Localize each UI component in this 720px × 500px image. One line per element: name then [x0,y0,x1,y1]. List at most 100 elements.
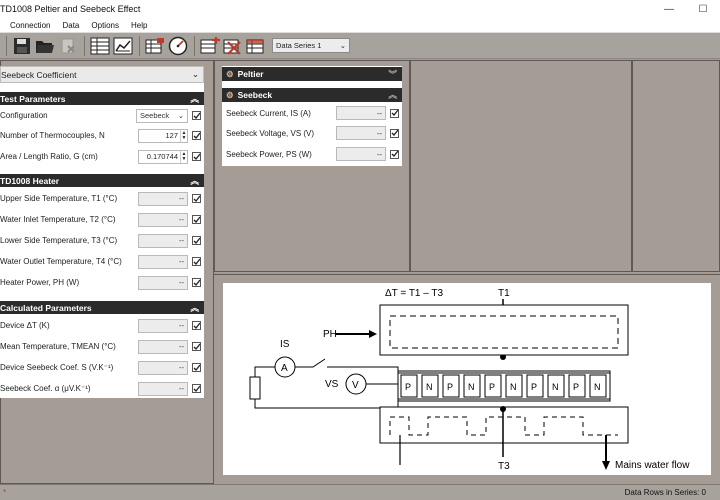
voltmeter-label: V [352,380,359,391]
gauge-icon[interactable] [167,35,189,57]
status-indicator: * [3,488,7,497]
ammeter-label: A [281,363,288,374]
app-window: TD1008 Peltier and Seebeck Effect — ☐ Co… [0,0,720,500]
delete-row-icon[interactable] [222,35,244,57]
calculated-row-checkbox[interactable] [192,342,201,351]
leg-label: P [531,382,537,392]
seebeck-row-checkbox[interactable] [390,128,399,138]
leg-label: N [510,382,517,392]
leg-label: N [594,382,601,392]
area-length-value: 0.170744 [146,152,178,161]
area-length-checkbox[interactable] [192,152,201,161]
menu-bar: Connection Data Options Help [0,18,720,33]
seebeck-row-label: Seebeck Voltage, VS (V) [226,128,315,138]
ph-label: PH [323,329,337,340]
leg-label: N [552,382,559,392]
heater-row-label: Upper Side Temperature, T1 (°C) [0,194,118,203]
calculated-row-label: Device ΔT (K) [0,321,50,330]
expand-icon[interactable]: ︾ [388,68,397,80]
seebeck-header[interactable]: ⚙ Seebeck ︽ [222,88,402,102]
leg-label: N [426,382,433,392]
menu-options[interactable]: Options [85,21,125,30]
configuration-value: Seebeck [140,111,170,120]
seebeck-row-checkbox[interactable] [390,108,399,118]
collapse-icon[interactable]: ︽ [190,302,199,314]
toolbar-separator [194,35,195,56]
close-file-icon[interactable] [57,35,79,57]
clear-table-icon[interactable] [245,35,267,57]
water-flow-label: Mains water flow [615,460,690,471]
seebeck-row-label: Seebeck Power, PS (W) [226,149,312,159]
heater-row-checkbox[interactable] [192,215,201,224]
ph-arrow-head [369,330,377,338]
graph-view-icon[interactable] [112,35,134,57]
thermocouples-label: Number of Thermocouples, N [0,131,105,140]
heater-row-checkbox[interactable] [192,278,201,287]
seebeck-row-checkbox[interactable] [390,149,399,159]
menu-connection[interactable]: Connection [0,21,56,30]
is-label: IS [280,339,290,350]
cooling-block [379,406,629,444]
add-row-icon[interactable] [199,35,221,57]
data-series-value: Data Series 1 [276,41,322,50]
seebeck-schematic: ΔT = T1 – T3 T1 PH IS A VS V P N P N P N… [223,283,711,475]
peltier-header[interactable]: ⚙ Peltier ︾ [222,67,402,81]
heater-row-checkbox[interactable] [192,236,201,245]
title-bar: TD1008 Peltier and Seebeck Effect — ☐ [0,0,720,18]
seebeck-row: Seebeck Current, IS (A) -- [222,103,402,123]
heater-row-label: Lower Side Temperature, T3 (°C) [0,236,118,245]
top-right-pane [632,60,720,272]
stepper-arrows-icon[interactable]: ▲ ▼ [180,129,187,142]
stepper-arrows-icon[interactable]: ▲ ▼ [180,150,187,163]
wire [327,366,399,375]
heater-row-checkbox[interactable] [192,194,201,203]
configuration-checkbox[interactable] [192,111,201,120]
data-series-select[interactable]: Data Series 1 ⌄ [272,38,350,53]
calculated-row-value: -- [138,318,188,333]
leg-label: P [489,382,495,392]
calculated-row-checkbox[interactable] [192,384,201,393]
heater-row-checkbox[interactable] [192,257,201,266]
calculated-row-checkbox[interactable] [192,363,201,372]
menu-data[interactable]: Data [56,21,85,30]
save-icon[interactable] [11,35,33,57]
window-title: TD1008 Peltier and Seebeck Effect [0,4,141,14]
configuration-select[interactable]: Seebeck ⌄ [136,108,188,123]
thermocouples-value: 127 [165,131,178,140]
area-length-label: Area / Length Ratio, G (cm) [0,152,98,161]
chevron-down-icon: ⌄ [191,69,199,79]
test-parameters-header[interactable]: Test Parameters ︽ [0,92,204,105]
collapse-icon[interactable]: ︽ [388,89,397,101]
heater-row: Upper Side Temperature, T1 (°C) -- [0,188,204,209]
parameters-panel: Seebeck Coefficient ⌄ Test Parameters ︽ … [0,66,204,398]
chevron-down-icon: ⌄ [339,41,346,50]
wire [254,366,275,377]
minimize-button[interactable]: — [652,0,686,18]
mode-select[interactable]: Seebeck Coefficient ⌄ [0,66,204,83]
chevron-down-icon: ⌄ [177,111,184,120]
toolbar: Data Series 1 ⌄ [0,33,720,59]
collapse-icon[interactable]: ︽ [190,93,199,105]
maximize-button[interactable]: ☐ [686,0,720,18]
calculated-header[interactable]: Calculated Parameters ︽ [0,301,204,314]
area-length-row: Area / Length Ratio, G (cm) 0.170744 ▲ ▼ [0,146,204,167]
table-view-icon[interactable] [89,35,111,57]
thermocouples-checkbox[interactable] [192,131,201,140]
leg-label: P [447,382,453,392]
sample-config-icon[interactable] [144,35,166,57]
area-length-stepper[interactable]: 0.170744 ▲ ▼ [138,149,188,164]
open-folder-icon[interactable] [34,35,56,57]
switch [295,358,326,368]
leg-label: N [468,382,475,392]
heater-row-label: Heater Power, PH (W) [0,278,80,287]
heater-row: Water Outlet Temperature, T4 (°C) -- [0,251,204,272]
collapse-icon[interactable]: ︽ [190,175,199,187]
heater-row: Lower Side Temperature, T3 (°C) -- [0,230,204,251]
calculated-row: Device ΔT (K) -- [0,315,204,336]
seebeck-row: Seebeck Voltage, VS (V) -- [222,123,402,143]
heater-header[interactable]: TD1008 Heater ︽ [0,174,204,187]
calculated-row-checkbox[interactable] [192,321,201,330]
thermocouples-stepper[interactable]: 127 ▲ ▼ [138,128,188,143]
menu-help[interactable]: Help [125,21,153,30]
gear-icon: ⚙ [226,89,234,100]
